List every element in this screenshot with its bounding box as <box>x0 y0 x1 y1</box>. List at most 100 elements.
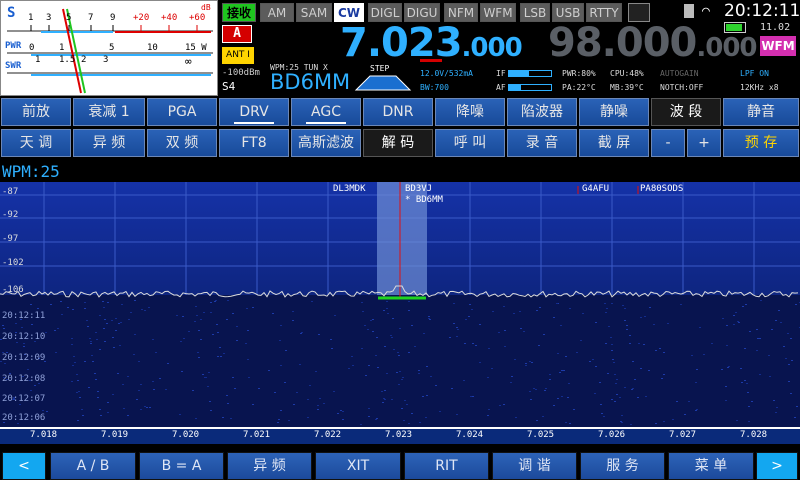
mode-label: CW <box>337 6 361 20</box>
s-tick: +40 <box>161 13 178 23</box>
callsign-tag[interactable]: * BD6MM <box>405 195 443 205</box>
mode-am[interactable]: AM <box>260 3 294 22</box>
rit-button[interactable]: RIT <box>404 452 489 480</box>
btn-label: 双 频 <box>165 135 199 151</box>
btn-label: FT8 <box>241 135 267 151</box>
split-button[interactable]: 异 频 <box>73 129 145 157</box>
db-scale-label: -92 <box>2 210 19 220</box>
agc-button[interactable]: AGC <box>291 98 361 126</box>
if-gain-bar[interactable] <box>508 70 552 77</box>
db-label: dB <box>201 3 211 12</box>
mb-temp: MB:39°C <box>610 83 644 92</box>
wfm-badge: WFM <box>760 36 796 56</box>
freq-tick: 7.019 <box>101 430 129 440</box>
btn-label: 波 段 <box>669 104 703 120</box>
vfo-b-frequency[interactable]: 98.000.000 <box>548 20 758 66</box>
btn-label: A / B <box>76 458 110 474</box>
record-button[interactable]: 录 音 <box>507 129 577 157</box>
tuner-button[interactable]: 天 调 <box>1 129 71 157</box>
minus-button[interactable]: - <box>651 129 685 157</box>
callsign-tag[interactable]: BD3VJ <box>405 184 432 194</box>
freq-tick: 7.026 <box>598 430 626 440</box>
mode-label: LSB <box>523 6 547 20</box>
decode-button[interactable]: 解 码 <box>363 129 433 157</box>
menu-button[interactable]: 菜 单 <box>668 452 754 480</box>
db-scale-label: -97 <box>2 234 19 244</box>
pwr-readout: PWR:80% <box>562 69 596 78</box>
swr-tick: 1.5 <box>59 55 76 65</box>
service-button[interactable]: 服 务 <box>580 452 665 480</box>
date: 11.02 <box>760 22 791 33</box>
swr-tick: 1 <box>35 55 41 65</box>
btn-label: 解 码 <box>381 135 415 151</box>
mode-label: DIGL <box>370 6 400 20</box>
pga-button[interactable]: PGA <box>147 98 217 126</box>
s-tick: +60 <box>189 13 206 23</box>
vfo-a-button[interactable]: A <box>222 25 252 43</box>
s-tick: 5 <box>66 13 72 23</box>
ant-button[interactable]: ANT I <box>222 47 254 64</box>
s-tick: 7 <box>88 13 94 23</box>
ft8-button[interactable]: FT8 <box>219 129 289 157</box>
drv-button[interactable]: DRV <box>219 98 289 126</box>
s-tick: +20 <box>133 13 150 23</box>
btn-label: 高斯滤波 <box>298 135 354 151</box>
pwr-tick: 1 <box>59 43 65 53</box>
next-page-button[interactable]: > <box>756 452 798 480</box>
b-equals-a-button[interactable]: B = A <box>139 452 224 480</box>
squelch-button[interactable]: 静噪 <box>579 98 649 126</box>
vfo-a-sub: .000 <box>461 33 523 63</box>
spectrum-waterfall[interactable]: -87 -92 -97 -102 -106 DL3MDK BD3VJ * BD6… <box>0 182 800 427</box>
freq-tick: 7.018 <box>30 430 58 440</box>
ab-swap-button[interactable]: A / B <box>50 452 136 480</box>
db-scale-label: -106 <box>2 285 24 295</box>
attenuator-button[interactable]: 衰减 1 <box>73 98 145 126</box>
waterfall-time: 20:12:09 <box>2 353 46 363</box>
dnr-button[interactable]: DNR <box>363 98 433 126</box>
notch-filter-button[interactable]: 陷波器 <box>507 98 577 126</box>
btn-label: > <box>771 458 783 474</box>
gauss-filter-button[interactable]: 高斯滤波 <box>291 129 361 157</box>
callsign-tag[interactable]: PA80SODS <box>640 184 683 194</box>
dbm-readout: -100dBm <box>222 68 260 78</box>
s-tick: 9 <box>110 13 116 23</box>
dual-watch-button[interactable]: 双 频 <box>147 129 217 157</box>
bandwidth: BW:700 <box>420 83 449 92</box>
screenshot-button[interactable]: 截 屏 <box>579 129 649 157</box>
band-button[interactable]: 波 段 <box>651 98 721 126</box>
pa-temp: PA:22°C <box>562 83 596 92</box>
noise-reduction-button[interactable]: 降噪 <box>435 98 505 126</box>
btn-label: DRV <box>239 104 269 120</box>
preamp-button[interactable]: 前放 <box>1 98 71 126</box>
split-bottom-button[interactable]: 异 频 <box>227 452 312 480</box>
plus-button[interactable]: + <box>687 129 721 157</box>
step-indicator[interactable]: STEP <box>352 64 414 92</box>
active-underline <box>233 122 275 124</box>
mute-button[interactable]: 静音 <box>723 98 799 126</box>
callsign-tag[interactable]: DL3MDK <box>333 184 366 194</box>
btn-label: 异 频 <box>92 135 126 151</box>
prev-page-button[interactable]: < <box>2 452 46 480</box>
mode-sam[interactable]: SAM <box>296 3 332 22</box>
mode-lsb[interactable]: LSB <box>520 3 550 22</box>
s-label: S <box>7 5 16 21</box>
btn-label: DNR <box>382 104 414 120</box>
call-button[interactable]: 呼 叫 <box>435 129 505 157</box>
s-tick: 1 <box>28 13 34 23</box>
rx-indicator[interactable]: 接收 <box>222 3 256 22</box>
pwr-tick: 0 <box>29 43 35 53</box>
vfo-b-main: 98.000 <box>548 20 697 66</box>
cpu-readout: CPU:48% <box>610 69 644 78</box>
btn-label: B = A <box>161 458 202 474</box>
btn-label: 异 频 <box>253 458 286 474</box>
xit-button[interactable]: XIT <box>315 452 401 480</box>
callsign-tag[interactable]: G4AFU <box>582 184 609 194</box>
btn-label: 天 调 <box>19 135 53 151</box>
tune-button[interactable]: 调 谐 <box>492 452 577 480</box>
freq-tick: 7.028 <box>740 430 768 440</box>
s-reading: S4 <box>222 80 236 93</box>
s-tick: 3 <box>46 13 52 23</box>
clock: 20:12:11 <box>724 1 800 21</box>
preset-button[interactable]: 预 存 <box>723 129 799 157</box>
af-gain-bar[interactable] <box>508 84 552 91</box>
